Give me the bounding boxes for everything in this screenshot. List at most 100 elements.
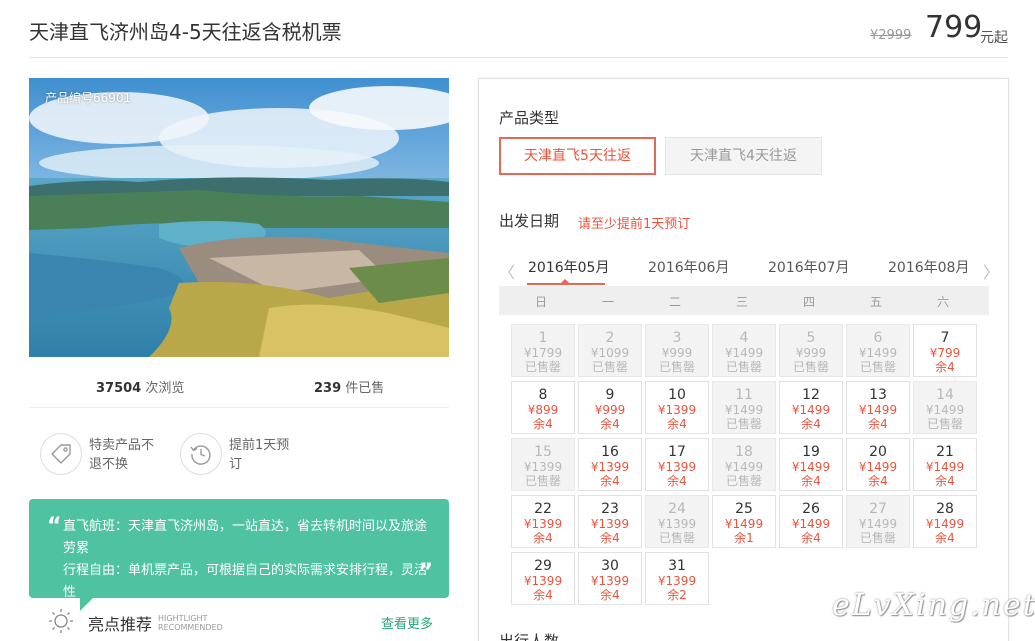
- calendar-day-price: ¥999: [594, 403, 626, 417]
- original-price: ¥2999: [870, 28, 912, 43]
- calendar-day[interactable]: 30 ¥1399 余4: [578, 552, 642, 605]
- product-code: 产品编号66901: [45, 91, 132, 105]
- month-tab-june[interactable]: 2016年06月: [648, 257, 729, 277]
- calendar-day-number: 13: [869, 387, 887, 403]
- see-more-link[interactable]: 查看更多: [381, 613, 433, 632]
- month-tab-may[interactable]: 2016年05月: [528, 257, 609, 277]
- calendar-day-number: 9: [605, 387, 615, 403]
- calendar-day[interactable]: 26 ¥1499 余4: [779, 495, 843, 548]
- calendar-day[interactable]: 28 ¥1499 余4: [913, 495, 977, 548]
- calendar-day-number: 18: [735, 444, 753, 460]
- calendar-day[interactable]: 17 ¥1399 余4: [645, 438, 709, 491]
- quote-close-icon: ”: [418, 560, 433, 585]
- calendar-day-status: 已售罄: [725, 417, 762, 431]
- type-option-5day[interactable]: 天津直飞5天往返: [499, 137, 656, 175]
- calendar-day-price: ¥1099: [590, 346, 630, 360]
- calendar-day-price: ¥1499: [724, 460, 764, 474]
- quote-open-icon: “: [47, 514, 62, 539]
- calendar-day[interactable]: 19 ¥1499 余4: [779, 438, 843, 491]
- calendar-day-price: ¥1399: [657, 517, 697, 531]
- calendar-day-status: 余2: [667, 588, 687, 602]
- calendar-day[interactable]: 21 ¥1499 余4: [913, 438, 977, 491]
- type-option-4day[interactable]: 天津直飞4天往返: [665, 137, 822, 175]
- calendar-day[interactable]: 12 ¥1499 余4: [779, 381, 843, 434]
- chevron-left-icon[interactable]: 〈: [499, 259, 515, 283]
- calendar-day-price: ¥1399: [523, 574, 563, 588]
- calendar-day-status: 余4: [600, 417, 620, 431]
- calendar-day-number: 22: [534, 501, 552, 517]
- calendar-day-number: 20: [869, 444, 887, 460]
- calendar-day[interactable]: 7 ¥799 余4: [913, 324, 977, 377]
- product-image[interactable]: 产品编号66901: [29, 78, 449, 357]
- calendar-day-price: ¥1499: [925, 403, 965, 417]
- calendar-day-number: 14: [936, 387, 954, 403]
- jeju-coast-photo: [29, 78, 449, 357]
- month-tab-august[interactable]: 2016年08月: [888, 257, 969, 277]
- feature-book-ahead: 提前1天预订: [180, 433, 295, 475]
- calendar-day[interactable]: 23 ¥1399 余4: [578, 495, 642, 548]
- calendar-day-status: 余4: [935, 531, 955, 545]
- calendar-day-number: 19: [802, 444, 820, 460]
- feature-text: 提前1天预订: [229, 438, 290, 472]
- calendar-day-price: ¥1499: [858, 403, 898, 417]
- calendar-day[interactable]: 10 ¥1399 余4: [645, 381, 709, 434]
- highlight-quote: “ 直飞航班：天津直飞济州岛，一站直达，省去转机时间以及旅途劳累 行程自由：单机…: [29, 499, 449, 600]
- calendar-day: 5 ¥999 已售罄: [779, 324, 843, 377]
- calendar-day-status: 余4: [600, 474, 620, 488]
- calendar-day[interactable]: 22 ¥1399 余4: [511, 495, 575, 548]
- calendar-day-number: 3: [672, 330, 682, 346]
- highlight-title: 亮点推荐: [88, 615, 153, 634]
- calendar-day-status: 已售罄: [591, 360, 628, 374]
- calendar-day-status: 已售罄: [658, 531, 695, 545]
- calendar-day-price: ¥1399: [657, 460, 697, 474]
- calendar-day-number: 7: [940, 330, 950, 346]
- header-divider: [29, 57, 1008, 58]
- calendar-day-status: 余4: [600, 588, 620, 602]
- views-stat: 37504 次浏览: [96, 377, 184, 396]
- calendar-day[interactable]: 29 ¥1399 余4: [511, 552, 575, 605]
- quote-line-2: 行程自由：单机票产品，可根据自己的实际需求安排行程，灵活性: [63, 563, 428, 600]
- calendar-day-number: 10: [668, 387, 686, 403]
- chevron-right-icon[interactable]: 〉: [983, 259, 999, 283]
- sold-count: 239: [314, 381, 342, 396]
- calendar-day[interactable]: 25 ¥1499 余1: [712, 495, 776, 548]
- calendar-day-price: ¥999: [795, 346, 827, 360]
- month-navigation: 〈 2016年05月 2016年06月 2016年07月 2016年08月 〉: [499, 257, 999, 287]
- calendar-day: 24 ¥1399 已售罄: [645, 495, 709, 548]
- weekday-header: 日 一 二 三 四 五 六: [499, 286, 989, 315]
- calendar-day-status: 余4: [667, 417, 687, 431]
- calendar-day[interactable]: 31 ¥1399 余2: [645, 552, 709, 605]
- calendar-day[interactable]: 9 ¥999 余4: [578, 381, 642, 434]
- calendar-day-number: 28: [936, 501, 954, 517]
- calendar-day-number: 16: [601, 444, 619, 460]
- calendar-day[interactable]: 16 ¥1399 余4: [578, 438, 642, 491]
- calendar-day-price: ¥1399: [523, 517, 563, 531]
- calendar-day-number: 25: [735, 501, 753, 517]
- calendar-day-number: 21: [936, 444, 954, 460]
- calendar-day-price: ¥1499: [858, 517, 898, 531]
- calendar-day-status: 余4: [533, 417, 553, 431]
- sold-label: 件已售: [345, 381, 385, 396]
- booking-panel: 产品类型 天津直飞5天往返 天津直飞4天往返 出发日期 请至少提前1天预订 〈 …: [478, 78, 1009, 641]
- weekday-label: 五: [869, 295, 882, 309]
- weekday-label: 六: [936, 295, 949, 309]
- calendar-day-price: ¥799: [929, 346, 961, 360]
- highlight-sub-2: RECOMMENDED: [158, 623, 223, 632]
- weekday-label: 二: [668, 295, 681, 309]
- history-clock-icon: [180, 433, 222, 475]
- calendar-day-status: 余4: [801, 474, 821, 488]
- calendar-day: 15 ¥1399 已售罄: [511, 438, 575, 491]
- calendar-day-status: 已售罄: [725, 474, 762, 488]
- calendar-day-status: 已售罄: [792, 360, 829, 374]
- calendar-day[interactable]: 8 ¥899 余4: [511, 381, 575, 434]
- views-count: 37504: [96, 381, 142, 396]
- highlight-sub-1: HIGHTLIGHT: [158, 614, 208, 623]
- calendar-day-price: ¥1399: [657, 574, 697, 588]
- calendar-day-number: 11: [735, 387, 753, 403]
- calendar-day-status: 已售罄: [725, 360, 762, 374]
- calendar-day[interactable]: 20 ¥1499 余4: [846, 438, 910, 491]
- month-tab-july[interactable]: 2016年07月: [768, 257, 849, 277]
- calendar-day[interactable]: 13 ¥1499 余4: [846, 381, 910, 434]
- calendar-day-price: ¥1399: [657, 403, 697, 417]
- calendar-day: 18 ¥1499 已售罄: [712, 438, 776, 491]
